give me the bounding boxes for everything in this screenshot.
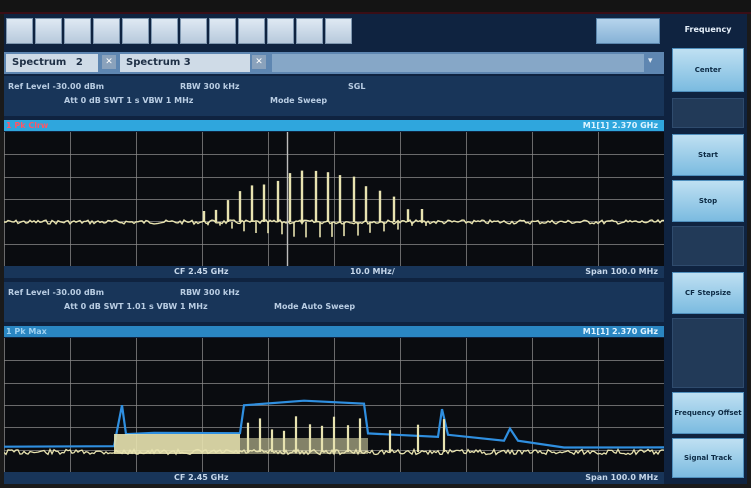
measurement-tabs: Spectrum 2 ✕ Spectrum 3 ✕ ▾ <box>4 52 664 74</box>
softkey-center[interactable]: Center <box>672 48 744 92</box>
tab-spectrum-3[interactable]: Spectrum 3 <box>120 54 250 72</box>
toolbar-button-1[interactable] <box>6 18 33 44</box>
softkey-panel: Frequency Center Start Stop CF Stepsize … <box>668 14 747 484</box>
window2-trace-svg <box>4 338 664 472</box>
softkey-cf-stepsize[interactable]: CF Stepsize <box>672 272 744 314</box>
window1-info-panel: Ref Level -30.00 dBm RBW 300 kHz SGL Att… <box>4 76 664 116</box>
window1-ref-level: Ref Level -30.00 dBm <box>8 82 105 91</box>
softkey-start[interactable]: Start <box>672 134 744 176</box>
tab-spectrum-3-close-icon[interactable]: ✕ <box>252 55 266 69</box>
tab-spectrum-close-icon[interactable]: ✕ <box>102 55 116 69</box>
window2-center-freq: CF 2.45 GHz <box>174 473 229 482</box>
window1-trace-svg <box>4 132 664 266</box>
tab-spectrum-badge: 2 <box>75 57 83 68</box>
window1-trace-label: 1 Pk Clrw <box>6 121 49 130</box>
softkey-header: Frequency <box>684 25 732 34</box>
toolbar-button-7[interactable] <box>180 18 207 44</box>
toolbar-button-8[interactable] <box>209 18 236 44</box>
toolbar-mode-button[interactable] <box>596 18 660 44</box>
toolbar <box>4 18 666 48</box>
window1-sgl: SGL <box>348 82 366 91</box>
window1-rbw: RBW 300 kHz <box>180 82 240 91</box>
softkey-blank-3 <box>672 318 744 388</box>
window2-mode: Mode Auto Sweep <box>274 302 356 311</box>
monitor-bezel <box>0 0 751 14</box>
toolbar-button-12[interactable] <box>325 18 352 44</box>
tab-spectrum-label: Spectrum <box>12 57 67 68</box>
toolbar-button-10[interactable] <box>267 18 294 44</box>
softkey-blank-2 <box>672 226 744 266</box>
window1-center-freq: CF 2.45 GHz <box>174 267 229 276</box>
toolbar-button-11[interactable] <box>296 18 323 44</box>
window1-span-per-div: 10.0 MHz/ <box>350 267 395 276</box>
window2-att-line: Att 0 dB SWT 1.01 s VBW 1 MHz <box>64 302 208 311</box>
window1-axis-row: CF 2.45 GHz 10.0 MHz/ Span 100.0 MHz <box>4 266 664 278</box>
tab-spectrum-3-label: Spectrum 3 <box>126 57 191 68</box>
analyzer-screen: Spectrum 2 ✕ Spectrum 3 ✕ ▾ Ref Level -3… <box>4 14 747 484</box>
window2-ref-level: Ref Level -30.00 dBm <box>8 288 105 297</box>
toolbar-button-2[interactable] <box>35 18 62 44</box>
window2-axis-row: CF 2.45 GHz Span 100.0 MHz <box>4 472 664 484</box>
softkey-frequency-offset[interactable]: Frequency Offset <box>672 392 744 434</box>
toolbar-button-6[interactable] <box>151 18 178 44</box>
tab-spectrum[interactable]: Spectrum 2 <box>6 54 98 72</box>
window2-plot[interactable] <box>4 338 664 472</box>
window2-title-bar: 1 Pk Max M1[1] 2.370 GHz <box>4 326 664 337</box>
window1-plot[interactable] <box>4 132 664 266</box>
window2-info-panel: Ref Level -30.00 dBm RBW 300 kHz Att 0 d… <box>4 282 664 322</box>
softkey-signal-track[interactable]: Signal Track <box>672 438 744 478</box>
toolbar-button-4[interactable] <box>93 18 120 44</box>
window2-marker-readout: M1[1] 2.370 GHz <box>582 327 658 336</box>
toolbar-button-5[interactable] <box>122 18 149 44</box>
window2-span: Span 100.0 MHz <box>585 473 658 482</box>
window1-title-bar: 1 Pk Clrw M1[1] 2.370 GHz <box>4 120 664 131</box>
window1-att-line: Att 0 dB SWT 1 s VBW 1 MHz <box>64 96 194 105</box>
toolbar-button-3[interactable] <box>64 18 91 44</box>
window1-mode: Mode Sweep <box>270 96 328 105</box>
toolbar-button-9[interactable] <box>238 18 265 44</box>
softkey-stop[interactable]: Stop <box>672 180 744 222</box>
window2-rbw: RBW 300 kHz <box>180 288 240 297</box>
window1-span: Span 100.0 MHz <box>585 267 658 276</box>
tab-menu-icon[interactable]: ▾ <box>648 56 653 66</box>
window1-marker-readout: M1[1] 2.370 GHz <box>582 121 658 130</box>
window2-trace-label: 1 Pk Max <box>6 327 47 336</box>
tab-strip-empty <box>272 54 644 72</box>
softkey-blank-1 <box>672 98 744 128</box>
